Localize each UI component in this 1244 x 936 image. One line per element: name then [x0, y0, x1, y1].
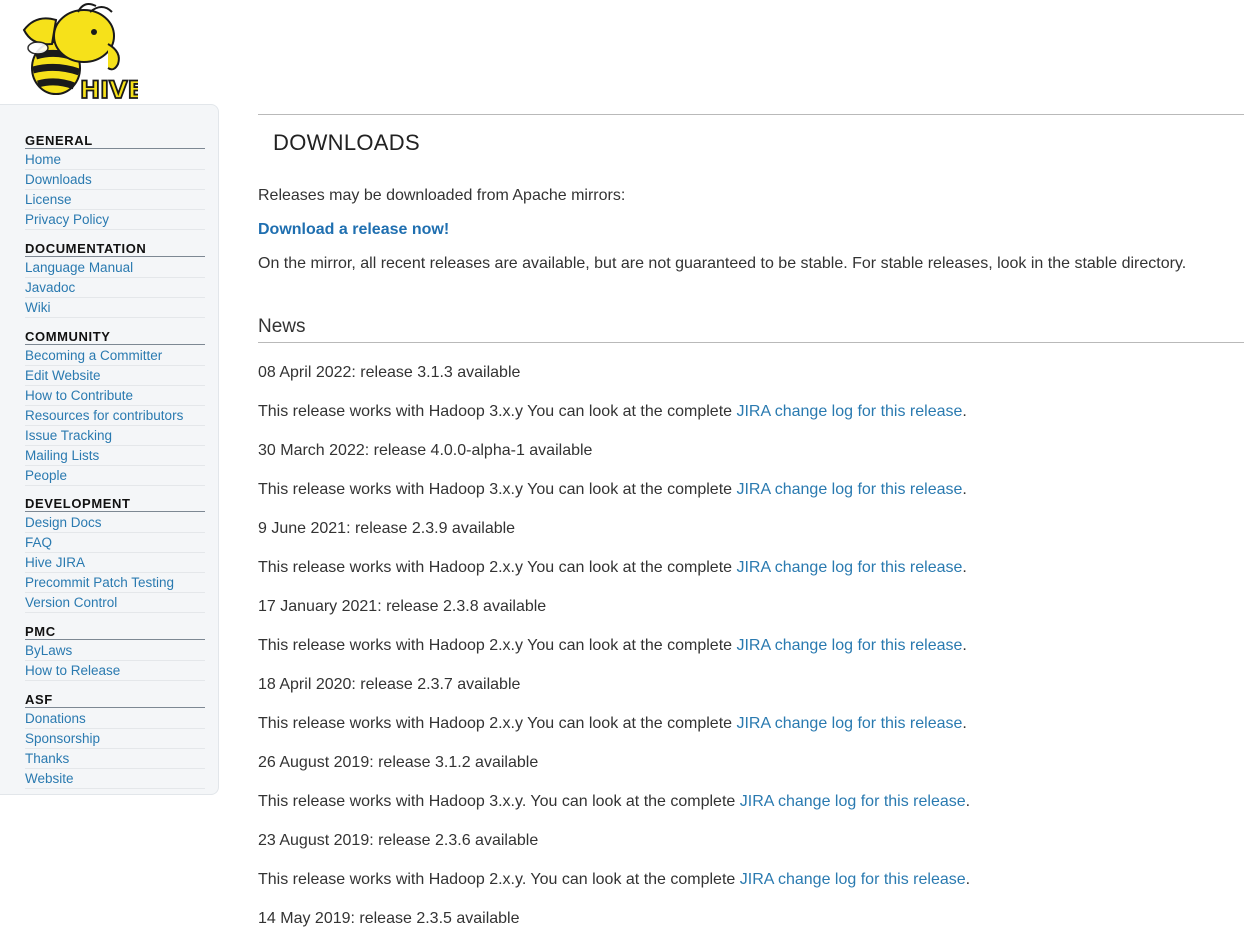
- news-text: This release works with Hadoop 2.x.y You…: [258, 637, 737, 654]
- news-body: This release works with Hadoop 2.x.y. Yo…: [258, 870, 970, 890]
- download-paragraph: Download a release now!: [258, 220, 449, 240]
- jira-changelog-link[interactable]: JIRA change log for this release: [740, 871, 966, 888]
- sidebar-item-how-to-contribute[interactable]: How to Contribute: [25, 387, 205, 406]
- news-text: This release works with Hadoop 2.x.y. Yo…: [258, 871, 740, 888]
- sidebar-item-home[interactable]: Home: [25, 151, 205, 170]
- sidebar-item-precommit-patch-testing[interactable]: Precommit Patch Testing: [25, 574, 205, 593]
- sidebar-item-issue-tracking[interactable]: Issue Tracking: [25, 427, 205, 446]
- news-punct: .: [962, 403, 967, 420]
- nav-section-pmc: PMC ByLaws How to Release: [25, 624, 205, 682]
- news-headline: 08 April 2022: release 3.1.3 available: [258, 364, 521, 381]
- nav-heading: COMMUNITY: [25, 329, 205, 345]
- sidebar-item-license[interactable]: License: [25, 191, 205, 210]
- sidebar-item-becoming-a-committer[interactable]: Becoming a Committer: [25, 347, 205, 366]
- nav-heading: PMC: [25, 624, 205, 640]
- sidebar-item-mailing-lists[interactable]: Mailing Lists: [25, 447, 205, 466]
- jira-changelog-link[interactable]: JIRA change log for this release: [736, 481, 962, 498]
- jira-changelog-link[interactable]: JIRA change log for this release: [740, 793, 966, 810]
- jira-changelog-link[interactable]: JIRA change log for this release: [736, 403, 962, 420]
- sidebar-item-bylaws[interactable]: ByLaws: [25, 642, 205, 661]
- news-headline: 26 August 2019: release 3.1.2 available: [258, 754, 539, 771]
- sidebar-item-design-docs[interactable]: Design Docs: [25, 514, 205, 533]
- news-text: This release works with Hadoop 3.x.y You…: [258, 481, 737, 498]
- news-body: This release works with Hadoop 2.x.y You…: [258, 714, 967, 734]
- news-text: This release works with Hadoop 3.x.y. Yo…: [258, 793, 740, 810]
- page-title: DOWNLOADS: [273, 130, 420, 155]
- sidebar-item-wiki[interactable]: Wiki: [25, 299, 205, 318]
- news-punct: .: [965, 793, 971, 810]
- news-headline: 18 April 2020: release 2.3.7 available: [258, 676, 521, 693]
- nav-section-documentation: DOCUMENTATION Language Manual Javadoc Wi…: [25, 241, 205, 319]
- divider: [258, 342, 1244, 343]
- sidebar-item-downloads[interactable]: Downloads: [25, 171, 205, 190]
- hive-bee-elephant-icon: HIVE: [22, 3, 145, 105]
- sidebar-item-version-control[interactable]: Version Control: [25, 594, 205, 613]
- news-body: This release works with Hadoop 2.x.y You…: [258, 636, 967, 656]
- nav-section-asf: ASF Donations Sponsorship Thanks Website: [25, 692, 205, 790]
- news-punct: .: [965, 871, 971, 888]
- sidebar-item-javadoc[interactable]: Javadoc: [25, 279, 205, 298]
- nav-heading: DEVELOPMENT: [25, 496, 205, 512]
- sidebar-item-how-to-release[interactable]: How to Release: [25, 662, 205, 681]
- intro-text: Releases may be downloaded from Apache m…: [258, 187, 626, 204]
- sidebar-item-privacy-policy[interactable]: Privacy Policy: [25, 211, 205, 230]
- sidebar-item-faq[interactable]: FAQ: [25, 534, 205, 553]
- sidebar-item-people[interactable]: People: [25, 467, 205, 486]
- news-body: This release works with Hadoop 3.x.y You…: [258, 402, 967, 422]
- sidebar-item-resources-for-contributors[interactable]: Resources for contributors: [25, 407, 205, 426]
- news-punct: .: [962, 559, 967, 576]
- news-headline: 30 March 2022: release 4.0.0-alpha-1 ava…: [258, 442, 593, 459]
- news-punct: .: [962, 637, 967, 654]
- news-headline: 17 January 2021: release 2.3.8 available: [258, 598, 547, 615]
- sidebar-item-language-manual[interactable]: Language Manual: [25, 259, 205, 278]
- sidebar-nav: GENERAL Home Downloads License Privacy P…: [0, 104, 219, 795]
- sidebar-item-donations[interactable]: Donations: [25, 710, 205, 729]
- jira-changelog-link[interactable]: JIRA change log for this release: [736, 559, 962, 576]
- news-body: This release works with Hadoop 3.x.y You…: [258, 480, 967, 500]
- news-heading: News: [258, 316, 306, 337]
- sidebar-item-website[interactable]: Website: [25, 770, 205, 789]
- sidebar-item-sponsorship[interactable]: Sponsorship: [25, 730, 205, 749]
- sidebar-item-thanks[interactable]: Thanks: [25, 750, 205, 769]
- news-headline: 14 May 2019: release 2.3.5 available: [258, 910, 520, 927]
- news-text: This release works with Hadoop 2.x.y You…: [258, 715, 737, 732]
- news-headline: 23 August 2019: release 2.3.6 available: [258, 832, 539, 849]
- logo-text: HIVE: [80, 76, 138, 104]
- nav-heading: GENERAL: [25, 133, 205, 149]
- jira-changelog-link[interactable]: JIRA change log for this release: [736, 715, 962, 732]
- news-text: This release works with Hadoop 2.x.y You…: [258, 559, 737, 576]
- news-text: This release works with Hadoop 3.x.y You…: [258, 403, 737, 420]
- news-punct: .: [962, 715, 967, 732]
- jira-changelog-link[interactable]: JIRA change log for this release: [736, 637, 962, 654]
- sidebar-item-hive-jira[interactable]: Hive JIRA: [25, 554, 205, 573]
- news-punct: .: [962, 481, 967, 498]
- nav-heading: ASF: [25, 692, 205, 708]
- divider: [258, 114, 1244, 115]
- nav-section-community: COMMUNITY Becoming a Committer Edit Webs…: [25, 329, 205, 487]
- nav-section-development: DEVELOPMENT Design Docs FAQ Hive JIRA Pr…: [25, 496, 205, 614]
- nav-heading: DOCUMENTATION: [25, 241, 205, 257]
- nav-section-general: GENERAL Home Downloads License Privacy P…: [25, 133, 205, 231]
- sidebar-item-edit-website[interactable]: Edit Website: [25, 367, 205, 386]
- news-headline: 9 June 2021: release 2.3.9 available: [258, 520, 516, 537]
- hive-logo[interactable]: HIVE: [18, 0, 145, 105]
- news-body: This release works with Hadoop 2.x.y You…: [258, 558, 967, 578]
- download-release-link[interactable]: Download a release now!: [258, 221, 449, 238]
- mirror-note: On the mirror, all recent releases are a…: [258, 255, 1187, 272]
- news-body: This release works with Hadoop 3.x.y. Yo…: [258, 792, 970, 812]
